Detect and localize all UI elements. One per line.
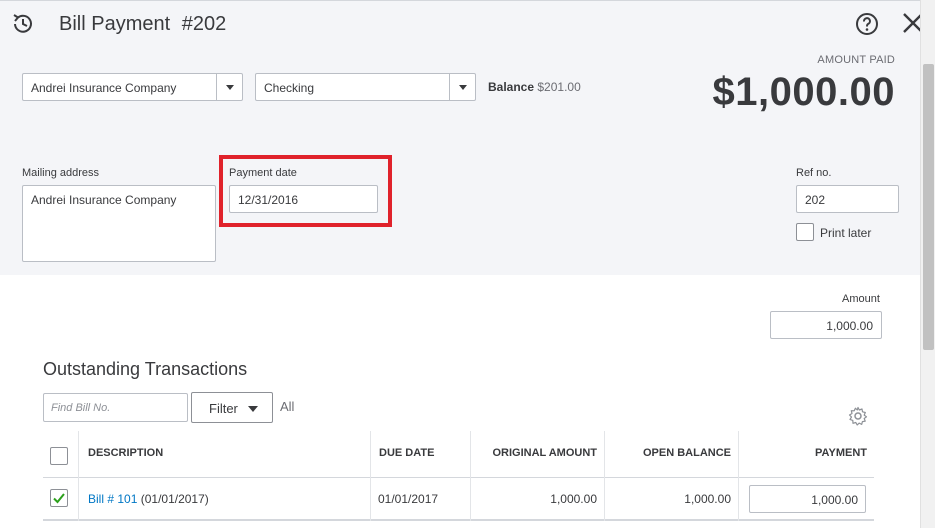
row-open-balance-cell: 1,000.00 [605, 478, 739, 521]
history-icon[interactable] [10, 11, 36, 37]
gear-icon[interactable] [848, 406, 868, 426]
row-due-date-cell: 01/01/2017 [371, 478, 471, 521]
find-bill-input[interactable] [43, 393, 188, 422]
table-header-open-balance[interactable]: OPEN BALANCE [605, 431, 739, 478]
select-all-checkbox[interactable] [50, 447, 68, 465]
table-header-description[interactable]: DESCRIPTION [79, 431, 371, 478]
bill-payment-number: #202 [181, 13, 227, 35]
table-header-payment[interactable]: PAYMENT [739, 431, 874, 478]
page-title-text: Bill Payment [59, 13, 171, 35]
column-header-label: PAYMENT [815, 447, 867, 459]
table-header-select [43, 431, 79, 478]
amount-paid-value: $1,000.00 [712, 70, 895, 114]
account-balance: Balance $201.00 [488, 80, 581, 94]
column-header-label: ORIGINAL AMOUNT [492, 447, 598, 459]
mailing-address-field[interactable]: Andrei Insurance Company [22, 185, 216, 262]
amount-value: 1,000.00 [826, 319, 873, 333]
row-select-cell [43, 478, 79, 521]
mailing-address-label: Mailing address [22, 167, 100, 179]
column-header-label: DESCRIPTION [88, 447, 164, 459]
print-later-label: Print later [820, 226, 872, 240]
account-select[interactable]: Checking [255, 73, 476, 101]
ref-no-label: Ref no. [796, 167, 832, 179]
column-header-label: OPEN BALANCE [642, 447, 731, 459]
filter-button-label: Filter [209, 401, 238, 416]
row-open-balance: 1,000.00 [684, 492, 731, 506]
balance-label: Balance [488, 80, 535, 94]
filter-value: All [280, 399, 295, 414]
find-bill-text[interactable] [44, 394, 187, 421]
balance-value: $201.00 [537, 80, 581, 94]
page-title: Bill Payment #202 [59, 13, 226, 36]
vertical-scrollbar[interactable] [920, 0, 935, 528]
ref-no-value: 202 [805, 193, 826, 207]
row-description-cell: Bill # 101 (01/01/2017) [79, 478, 371, 521]
payment-date-highlight [219, 155, 392, 227]
check-icon [53, 493, 65, 504]
amount-paid-label: AMOUNT PAID [817, 54, 895, 66]
row-checkbox[interactable] [50, 489, 68, 507]
bill-link[interactable]: Bill # 101 [88, 492, 137, 506]
column-header-label: DUE DATE [379, 447, 435, 459]
mailing-address-value: Andrei Insurance Company [31, 193, 177, 207]
row-original-amount: 1,000.00 [550, 492, 597, 506]
chevron-down-icon [248, 406, 258, 412]
table-header-due-date[interactable]: DUE DATE [371, 431, 471, 478]
filter-button[interactable]: Filter [191, 392, 273, 423]
row-due-date: 01/01/2017 [378, 492, 439, 506]
row-original-amount-cell: 1,000.00 [471, 478, 605, 521]
table-header-original-amount[interactable]: ORIGINAL AMOUNT [471, 431, 605, 478]
ref-no-field[interactable]: 202 [796, 185, 899, 213]
print-later-checkbox[interactable] [796, 223, 814, 241]
outstanding-transactions-title: Outstanding Transactions [43, 359, 248, 379]
payee-select[interactable]: Andrei Insurance Company [22, 73, 243, 101]
chevron-down-icon[interactable] [449, 74, 475, 100]
scrollbar-thumb[interactable] [923, 64, 934, 350]
chevron-down-icon[interactable] [216, 74, 242, 100]
table-header-row: DESCRIPTION DUE DATE ORIGINAL AMOUNT OPE… [43, 431, 874, 478]
help-icon[interactable] [855, 12, 879, 36]
row-description: Bill # 101 (01/01/2017) [88, 492, 209, 506]
payee-select-value: Andrei Insurance Company [31, 81, 177, 95]
account-select-value: Checking [264, 81, 315, 95]
bill-date: (01/01/2017) [140, 492, 209, 506]
amount-field[interactable]: 1,000.00 [770, 311, 882, 339]
row-payment-value: 1,000.00 [811, 493, 858, 507]
amount-label: Amount [842, 293, 880, 305]
row-payment-input[interactable]: 1,000.00 [749, 485, 866, 513]
table-row: Bill # 101 (01/01/2017) 01/01/2017 1,000… [43, 478, 874, 521]
